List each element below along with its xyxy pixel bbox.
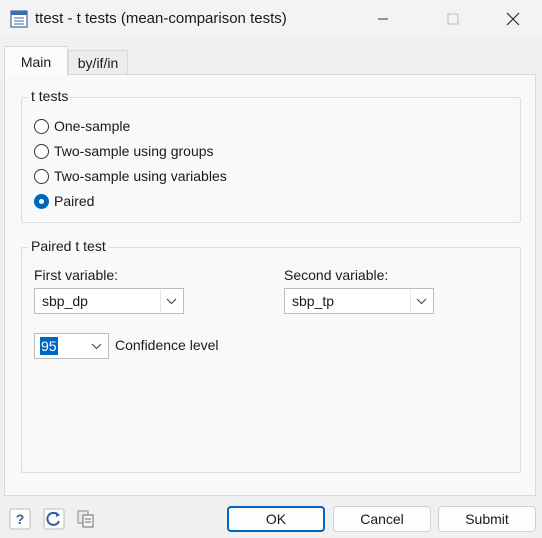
first-variable-dropdown-button[interactable]	[160, 290, 182, 312]
second-variable-value[interactable]: sbp_tp	[285, 293, 410, 309]
ok-button[interactable]: OK	[227, 506, 325, 532]
copy-command-button[interactable]	[74, 507, 98, 531]
confidence-level-value[interactable]: 95	[40, 337, 58, 355]
reset-button[interactable]	[42, 507, 66, 531]
paired-ttest-group: Paired t test First variable: sbp_dp Sec…	[21, 238, 521, 473]
radio-two-sample-groups[interactable]: Two-sample using groups	[34, 141, 214, 161]
second-variable-label: Second variable:	[284, 267, 389, 283]
ttests-group-legend: t tests	[28, 88, 72, 104]
radio-one-sample-circle[interactable]	[34, 118, 49, 134]
window-title: ttest - t tests (mean-comparison tests)	[35, 10, 287, 27]
tab-main[interactable]: Main	[4, 46, 68, 76]
dialog-app-icon	[10, 10, 28, 28]
radio-two-sample-groups-label: Two-sample using groups	[54, 143, 214, 159]
radio-two-sample-variables-label: Two-sample using variables	[54, 168, 227, 184]
radio-two-sample-variables-circle[interactable]	[34, 168, 49, 184]
help-icon: ?	[9, 508, 31, 530]
maximize-button	[430, 0, 476, 38]
radio-one-sample[interactable]: One-sample	[34, 116, 130, 136]
radio-one-sample-label: One-sample	[54, 118, 131, 134]
first-variable-combobox[interactable]: sbp_dp	[34, 288, 184, 314]
svg-text:?: ?	[16, 511, 25, 527]
confidence-level-combobox[interactable]: 95	[34, 333, 109, 359]
first-variable-value[interactable]: sbp_dp	[35, 293, 160, 309]
close-icon	[506, 12, 520, 26]
confidence-level-dropdown-button[interactable]	[85, 335, 107, 357]
copy-icon	[77, 510, 94, 528]
reset-icon	[43, 508, 65, 530]
radio-two-sample-groups-circle[interactable]	[34, 143, 49, 159]
radio-two-sample-variables[interactable]: Two-sample using variables	[34, 166, 227, 186]
radio-paired-label: Paired	[54, 193, 95, 209]
help-button[interactable]: ?	[8, 507, 32, 531]
chevron-down-icon	[416, 298, 427, 304]
second-variable-combobox[interactable]: sbp_tp	[284, 288, 434, 314]
cancel-button[interactable]: Cancel	[333, 506, 431, 532]
first-variable-label: First variable:	[34, 267, 119, 283]
chevron-down-icon	[91, 343, 101, 349]
minimize-icon	[378, 18, 388, 20]
radio-paired[interactable]: Paired	[34, 191, 94, 211]
tab-by-if-in[interactable]: by/if/in	[68, 50, 128, 75]
main-tab-panel: t tests One-sample Two-sample using grou…	[4, 74, 536, 496]
paired-group-legend: Paired t test	[28, 238, 109, 254]
radio-paired-circle[interactable]	[34, 193, 49, 209]
ttests-group: t tests One-sample Two-sample using grou…	[21, 88, 521, 223]
second-variable-dropdown-button[interactable]	[410, 290, 432, 312]
chevron-down-icon	[166, 298, 177, 304]
confidence-level-label: Confidence level	[115, 337, 219, 353]
maximize-icon	[447, 13, 459, 25]
title-bar[interactable]: ttest - t tests (mean-comparison tests)	[0, 0, 542, 38]
close-button[interactable]	[490, 0, 536, 38]
submit-button[interactable]: Submit	[438, 506, 536, 532]
minimize-button[interactable]	[360, 0, 406, 38]
